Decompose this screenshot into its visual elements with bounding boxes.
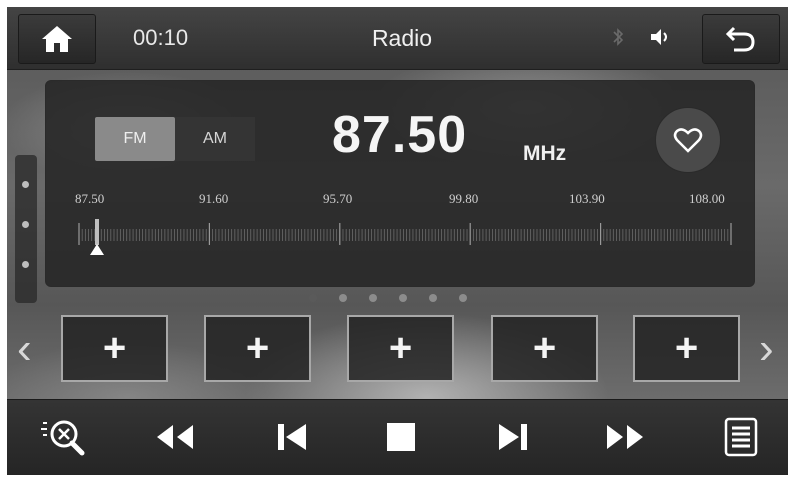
preset-slot-3[interactable]: + <box>347 315 454 382</box>
frequency-unit: MHz <box>523 142 567 165</box>
seek-forward-button[interactable] <box>595 415 655 459</box>
scale-label: 91.60 <box>199 191 229 206</box>
home-icon <box>42 26 72 52</box>
next-icon <box>499 424 527 450</box>
seek-back-button[interactable] <box>145 415 205 459</box>
scale-label: 99.80 <box>449 191 479 206</box>
band-am-button[interactable]: AM <box>175 117 255 161</box>
page-dot[interactable] <box>399 294 407 302</box>
page-dot[interactable] <box>459 294 467 302</box>
presets-next-arrow[interactable]: › <box>759 327 774 371</box>
page-dot[interactable] <box>339 294 347 302</box>
tuner-needle[interactable] <box>95 219 99 245</box>
scan-search-icon <box>41 420 85 456</box>
preset-slot-5[interactable]: + <box>633 315 740 382</box>
heart-icon <box>673 128 703 153</box>
back-button[interactable] <box>702 14 780 64</box>
favorite-button[interactable] <box>655 107 721 173</box>
top-bar: 00:10 Radio <box>7 7 788 70</box>
stop-button[interactable] <box>371 415 431 459</box>
presets-prev-arrow[interactable]: ‹ <box>17 327 32 371</box>
band-selector: FM AM <box>95 117 255 161</box>
band-fm-button[interactable]: FM <box>95 117 175 161</box>
scale-label: 95.70 <box>323 191 353 206</box>
page-dot[interactable] <box>309 294 317 302</box>
scale-label: 103.90 <box>569 191 605 206</box>
frequency-display: 87.50 <box>332 106 468 164</box>
side-dot <box>22 261 29 268</box>
stop-icon <box>387 423 415 451</box>
previous-button[interactable] <box>262 415 322 459</box>
side-dot <box>22 221 29 228</box>
frequency-scale[interactable] <box>69 219 741 255</box>
preset-slot-2[interactable]: + <box>204 315 311 382</box>
preset-page-indicator <box>305 291 467 305</box>
scale-label: 108.00 <box>689 191 725 206</box>
seek-forward-icon <box>607 425 643 449</box>
volume-icon[interactable] <box>649 27 673 47</box>
scan-button[interactable] <box>35 415 95 459</box>
side-dot <box>22 181 29 188</box>
previous-icon <box>278 424 306 450</box>
scale-label: 87.50 <box>75 191 105 206</box>
preset-slot-1[interactable]: + <box>61 315 168 382</box>
page-title: Radio <box>371 25 433 51</box>
list-button[interactable] <box>711 415 771 459</box>
radio-screen: 00:10 Radio FM AM 87.50 MHz 87.50 91.60 … <box>7 7 788 475</box>
back-icon <box>725 26 755 52</box>
list-icon <box>724 417 758 457</box>
page-dot[interactable] <box>429 294 437 302</box>
next-button[interactable] <box>483 415 543 459</box>
side-menu-handle[interactable] <box>15 155 37 303</box>
tuner-pointer[interactable] <box>90 244 104 255</box>
bluetooth-icon <box>613 28 624 46</box>
page-dot[interactable] <box>369 294 377 302</box>
clock: 00:10 <box>133 25 189 50</box>
home-button[interactable] <box>18 14 96 64</box>
seek-back-icon <box>157 425 193 449</box>
preset-slot-4[interactable]: + <box>491 315 598 382</box>
